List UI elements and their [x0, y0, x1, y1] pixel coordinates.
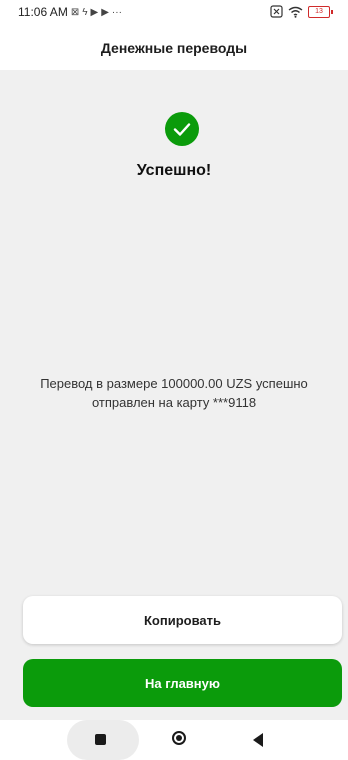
check-circle-icon	[165, 112, 199, 146]
status-time: 11:06 AM	[18, 5, 68, 19]
copy-button-label: Копировать	[143, 612, 221, 628]
play-icon: ▶	[90, 6, 99, 18]
notification-icon: ⊠	[70, 6, 80, 18]
status-left: 11:06 AM ⊠ ϟ ▶ ▶ ···	[18, 5, 122, 19]
app-bar: Денежные переводы	[0, 26, 348, 70]
home-button[interactable]: На главную	[23, 659, 342, 707]
sim-off-icon	[270, 5, 283, 18]
copy-button[interactable]: Копировать	[23, 596, 342, 644]
square-icon[interactable]	[95, 734, 106, 745]
wifi-icon	[288, 6, 303, 18]
circle-icon[interactable]	[172, 731, 186, 745]
bolt-icon: ϟ	[82, 6, 88, 18]
main-content: Успешно! Перевод в размере 100000.00 UZS…	[0, 70, 348, 720]
battery-icon: 13	[308, 5, 333, 18]
success-title: Успешно!	[136, 162, 212, 179]
status-bar: 11:06 AM ⊠ ϟ ▶ ▶ ··· 13	[0, 0, 348, 26]
check-icon	[173, 123, 191, 136]
more-icon: ···	[111, 6, 122, 18]
status-right: 13	[270, 5, 333, 18]
home-button-label: На главную	[145, 675, 220, 691]
triangle-left-icon[interactable]	[253, 733, 263, 747]
transfer-message: Перевод в размере 100000.00 UZS успешно …	[40, 376, 308, 410]
play-icon: ▶	[101, 6, 109, 18]
page-title: Денежные переводы	[100, 40, 248, 56]
system-nav-bar	[0, 720, 348, 760]
